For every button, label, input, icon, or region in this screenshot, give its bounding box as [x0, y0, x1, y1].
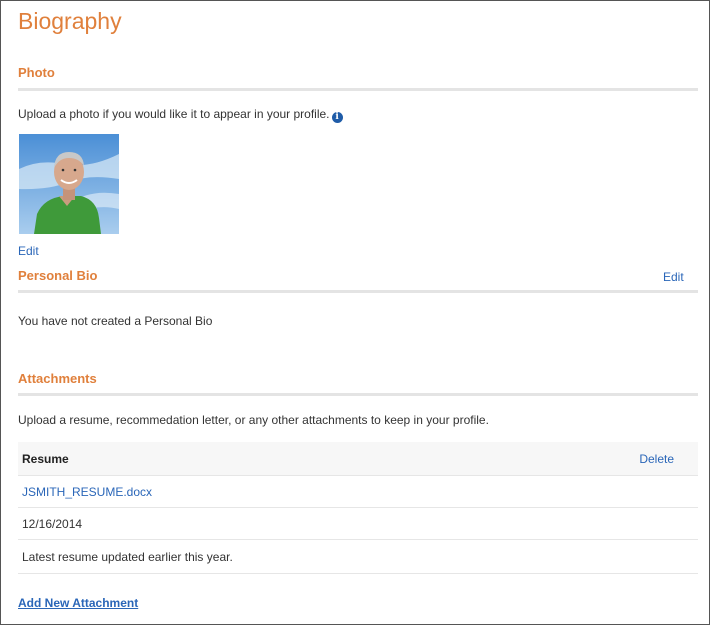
- attachment-type-label: Resume: [22, 451, 69, 466]
- photo-edit-link[interactable]: Edit: [18, 244, 39, 258]
- attachments-section-title: Attachments: [18, 371, 97, 386]
- bio-divider: [18, 290, 698, 293]
- bio-empty-text: You have not created a Personal Bio: [18, 314, 213, 328]
- bio-edit-link[interactable]: Edit: [663, 270, 684, 284]
- attachment-date-row: 12/16/2014: [18, 508, 698, 540]
- attachment-note: Latest resume updated earlier this year.: [22, 549, 233, 564]
- attachment-file-row: JSMITH_RESUME.docx: [18, 476, 698, 508]
- attachments-divider: [18, 393, 698, 396]
- attachments-description: Upload a resume, recommedation letter, o…: [18, 413, 489, 427]
- photo-description-text: Upload a photo if you would like it to a…: [18, 107, 330, 121]
- photo-divider: [18, 88, 698, 91]
- attachment-header-row: Resume Delete: [18, 442, 698, 476]
- biography-page: Biography Photo Upload a photo if you wo…: [0, 0, 710, 625]
- attachment-date: 12/16/2014: [22, 516, 83, 531]
- bio-section-title: Personal Bio: [18, 268, 98, 283]
- profile-photo-image: [19, 134, 119, 234]
- photo-description: Upload a photo if you would like it to a…: [18, 107, 343, 123]
- photo-section-title: Photo: [18, 65, 55, 80]
- profile-photo: [19, 134, 119, 234]
- attachment-note-row: Latest resume updated earlier this year.: [18, 540, 698, 574]
- attachments-table: Resume Delete JSMITH_RESUME.docx 12/16/2…: [18, 442, 698, 574]
- attachment-file-link[interactable]: JSMITH_RESUME.docx: [22, 485, 152, 499]
- delete-attachment-link[interactable]: Delete: [639, 452, 674, 466]
- info-icon[interactable]: i: [331, 112, 343, 123]
- add-new-attachment-link[interactable]: Add New Attachment: [18, 596, 138, 610]
- page-title: Biography: [18, 8, 122, 34]
